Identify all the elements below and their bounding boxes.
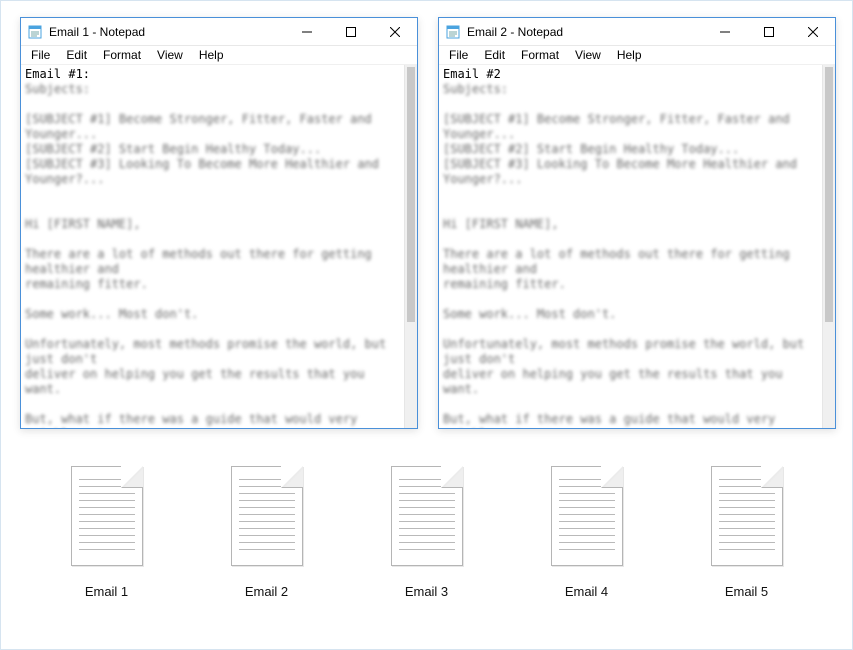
notepad-window-2: Email 2 - Notepad File Edit Format View … [438, 17, 836, 429]
document-icon [543, 462, 631, 570]
document-icon [63, 462, 151, 570]
file-label: Email 1 [85, 584, 128, 599]
menu-edit[interactable]: Edit [478, 46, 511, 64]
file-icon-email-4[interactable]: Email 4 [527, 462, 647, 599]
minimize-button[interactable] [703, 18, 747, 46]
first-line: Email #1: [25, 67, 90, 81]
window-title: Email 2 - Notepad [467, 25, 563, 39]
menubar: File Edit Format View Help [21, 46, 417, 65]
text-editor[interactable]: Email #2 Subjects: [SUBJECT #1] Become S… [439, 65, 822, 428]
close-button[interactable] [373, 18, 417, 46]
minimize-button[interactable] [285, 18, 329, 46]
file-icon-email-5[interactable]: Email 5 [687, 462, 807, 599]
close-button[interactable] [791, 18, 835, 46]
titlebar[interactable]: Email 1 - Notepad [21, 18, 417, 46]
file-icons-row: Email 1 Email 2 Email 3 Email 4 Email 5 [1, 462, 852, 599]
maximize-button[interactable] [747, 18, 791, 46]
editor-area: Email #2 Subjects: [SUBJECT #1] Become S… [439, 65, 835, 428]
scrollbar-thumb[interactable] [825, 67, 833, 322]
menu-help[interactable]: Help [611, 46, 648, 64]
menu-view[interactable]: View [151, 46, 189, 64]
menu-format[interactable]: Format [515, 46, 565, 64]
file-icon-email-2[interactable]: Email 2 [207, 462, 327, 599]
menu-file[interactable]: File [443, 46, 474, 64]
text-editor[interactable]: Email #1: Subjects: [SUBJECT #1] Become … [21, 65, 404, 428]
body-text: Subjects: [SUBJECT #1] Become Stronger, … [25, 82, 393, 428]
menu-view[interactable]: View [569, 46, 607, 64]
editor-area: Email #1: Subjects: [SUBJECT #1] Become … [21, 65, 417, 428]
window-title: Email 1 - Notepad [49, 25, 145, 39]
document-icon [223, 462, 311, 570]
body-text: Subjects: [SUBJECT #1] Become Stronger, … [443, 82, 811, 428]
vertical-scrollbar[interactable] [404, 65, 417, 428]
menu-format[interactable]: Format [97, 46, 147, 64]
scrollbar-thumb[interactable] [407, 67, 415, 322]
menu-file[interactable]: File [25, 46, 56, 64]
document-icon [703, 462, 791, 570]
desktop: Email 1 - Notepad File Edit Format View … [1, 1, 852, 649]
file-label: Email 3 [405, 584, 448, 599]
titlebar[interactable]: Email 2 - Notepad [439, 18, 835, 46]
menu-help[interactable]: Help [193, 46, 230, 64]
notepad-icon [445, 24, 461, 40]
notepad-window-1: Email 1 - Notepad File Edit Format View … [20, 17, 418, 429]
first-line: Email #2 [443, 67, 501, 81]
menu-edit[interactable]: Edit [60, 46, 93, 64]
file-icon-email-1[interactable]: Email 1 [47, 462, 167, 599]
vertical-scrollbar[interactable] [822, 65, 835, 428]
file-label: Email 4 [565, 584, 608, 599]
menubar: File Edit Format View Help [439, 46, 835, 65]
file-label: Email 5 [725, 584, 768, 599]
maximize-button[interactable] [329, 18, 373, 46]
notepad-icon [27, 24, 43, 40]
document-icon [383, 462, 471, 570]
file-label: Email 2 [245, 584, 288, 599]
file-icon-email-3[interactable]: Email 3 [367, 462, 487, 599]
